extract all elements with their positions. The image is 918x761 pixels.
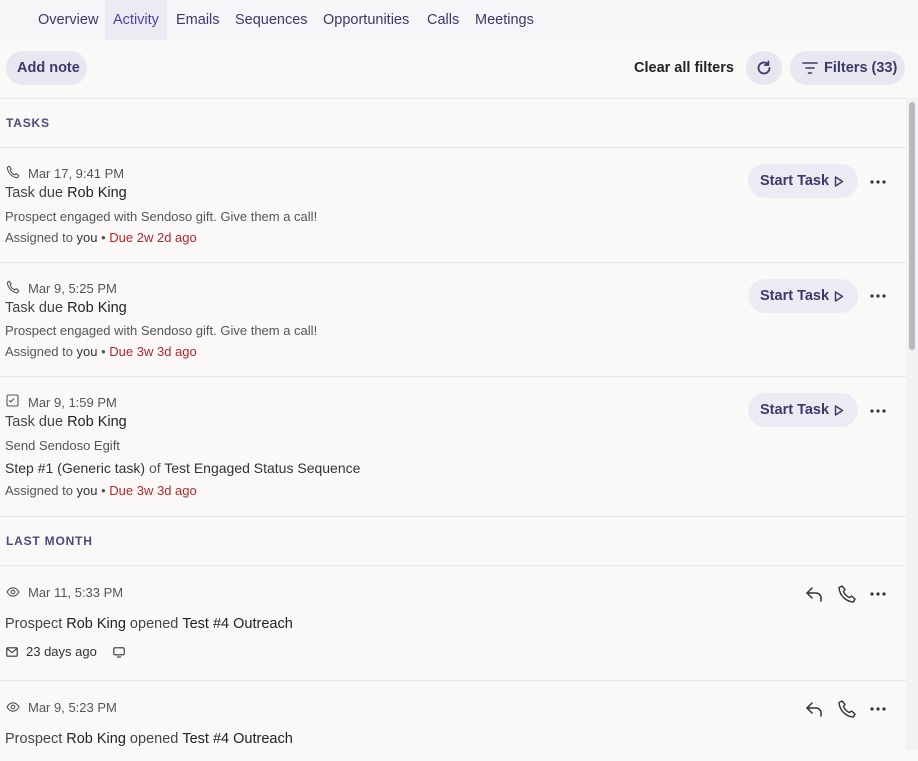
more-options-icon[interactable] bbox=[866, 399, 890, 423]
task-title: Task due Rob King bbox=[5, 185, 127, 201]
activity-toolbar: Add note Clear all filters Filters (33) bbox=[0, 40, 918, 99]
activity-prefix: Prospect bbox=[5, 731, 67, 747]
step-of: of bbox=[145, 460, 165, 476]
task-date: Mar 9, 1:59 PM bbox=[28, 395, 117, 410]
activity-description: Prospect Rob King opened Test #4 Outreac… bbox=[5, 731, 293, 747]
assigned-label: Assigned to bbox=[5, 344, 77, 359]
phone-icon[interactable] bbox=[835, 582, 859, 606]
refresh-icon bbox=[757, 60, 771, 75]
desktop-icon bbox=[113, 647, 125, 658]
start-task-button[interactable]: Start Task bbox=[748, 279, 858, 313]
last-month-section-header: LAST MONTH bbox=[0, 517, 906, 566]
prospect-name[interactable]: Rob King bbox=[67, 185, 127, 201]
task-date: Mar 17, 9:41 PM bbox=[28, 166, 125, 181]
assignee: you bbox=[76, 230, 98, 245]
separator: • bbox=[97, 344, 110, 359]
filters-label: Filters (33) bbox=[824, 60, 898, 76]
more-options-icon[interactable] bbox=[866, 697, 890, 721]
task-note: Send Sendoso Egift bbox=[5, 438, 120, 453]
tab-sequences[interactable]: Sequences bbox=[227, 0, 316, 40]
assigned-label: Assigned to bbox=[5, 230, 77, 245]
play-icon bbox=[834, 176, 844, 187]
task-row: Mar 9, 1:59 PM Task due Rob King Send Se… bbox=[0, 377, 906, 517]
task-title: Task due Rob King bbox=[5, 300, 127, 316]
assignee: you bbox=[76, 344, 98, 359]
due-status: Due 3w 3d ago bbox=[109, 483, 197, 498]
prospect-name[interactable]: Rob King bbox=[67, 300, 127, 316]
activity-description: Prospect Rob King opened Test #4 Outreac… bbox=[5, 616, 293, 632]
task-row: Mar 9, 5:25 PM Task due Rob King Prospec… bbox=[0, 263, 906, 377]
activity-date: Mar 9, 5:23 PM bbox=[28, 700, 117, 715]
task-assignment: Assigned to you • Due 3w 3d ago bbox=[5, 483, 197, 498]
section-title-last-month: LAST MONTH bbox=[6, 534, 93, 548]
start-task-button[interactable]: Start Task bbox=[748, 164, 858, 198]
task-title-prefix: Task due bbox=[5, 300, 68, 316]
sequence-step: Step #1 (Generic task) of Test Engaged S… bbox=[5, 460, 360, 476]
section-title-tasks: TASKS bbox=[6, 116, 50, 130]
eye-icon bbox=[6, 587, 20, 597]
activity-date: Mar 11, 5:33 PM bbox=[28, 585, 124, 600]
eye-icon bbox=[6, 702, 20, 712]
sequence-name[interactable]: Test Engaged Status Sequence bbox=[164, 460, 360, 476]
more-options-icon[interactable] bbox=[866, 284, 890, 308]
task-assignment: Assigned to you • Due 2w 2d ago bbox=[5, 230, 197, 245]
tab-meetings[interactable]: Meetings bbox=[467, 0, 542, 40]
email-subject[interactable]: Test #4 Outreach bbox=[182, 731, 292, 747]
due-status: Due 2w 2d ago bbox=[109, 230, 197, 245]
separator: • bbox=[97, 230, 110, 245]
activity-row: Mar 9, 5:23 PM Prospect Rob King opened … bbox=[0, 681, 906, 761]
activity-row: Mar 11, 5:33 PM Prospect Rob King opened… bbox=[0, 566, 906, 681]
email-subject[interactable]: Test #4 Outreach bbox=[182, 616, 292, 632]
task-row: Mar 17, 9:41 PM Task due Rob King Prospe… bbox=[0, 148, 906, 263]
tasks-section-header: TASKS bbox=[0, 99, 906, 148]
phone-icon bbox=[6, 280, 20, 294]
task-note: Prospect engaged with Sendoso gift. Give… bbox=[5, 323, 318, 338]
more-options-icon[interactable] bbox=[866, 582, 890, 606]
phone-icon bbox=[6, 165, 20, 179]
activity-age: 23 days ago bbox=[26, 644, 97, 659]
prospect-name[interactable]: Rob King bbox=[67, 414, 127, 430]
task-title-prefix: Task due bbox=[5, 414, 68, 430]
tab-calls[interactable]: Calls bbox=[419, 0, 467, 40]
activity-prefix: Prospect bbox=[5, 616, 67, 632]
prospect-name[interactable]: Rob King bbox=[66, 616, 126, 632]
add-note-button[interactable]: Add note bbox=[6, 51, 87, 85]
tab-opportunities[interactable]: Opportunities bbox=[315, 0, 417, 40]
prospect-name[interactable]: Rob King bbox=[66, 731, 126, 747]
separator: • bbox=[97, 483, 110, 498]
step-label[interactable]: Step #1 (Generic task) bbox=[5, 460, 145, 476]
refresh-button[interactable] bbox=[746, 51, 782, 85]
tab-emails[interactable]: Emails bbox=[168, 0, 228, 40]
tab-bar: Overview Activity Emails Sequences Oppor… bbox=[0, 0, 918, 40]
start-task-label: Start Task bbox=[760, 288, 830, 304]
assigned-label: Assigned to bbox=[5, 483, 77, 498]
play-icon bbox=[834, 405, 844, 416]
assignee: you bbox=[76, 483, 98, 498]
tab-activity[interactable]: Activity bbox=[105, 0, 167, 40]
tab-overview[interactable]: Overview bbox=[30, 0, 106, 40]
task-date: Mar 9, 5:25 PM bbox=[28, 281, 117, 296]
scrollbar[interactable] bbox=[906, 98, 918, 750]
play-icon bbox=[834, 291, 844, 302]
more-options-icon[interactable] bbox=[866, 170, 890, 194]
task-title-prefix: Task due bbox=[5, 185, 68, 201]
start-task-button[interactable]: Start Task bbox=[748, 393, 858, 427]
filter-icon bbox=[802, 62, 818, 74]
reply-icon[interactable] bbox=[803, 697, 827, 721]
activity-verb: opened bbox=[125, 616, 183, 632]
task-title: Task due Rob King bbox=[5, 414, 127, 430]
checklist-icon bbox=[6, 394, 19, 407]
envelope-icon bbox=[6, 647, 18, 657]
reply-icon[interactable] bbox=[803, 582, 827, 606]
due-status: Due 3w 3d ago bbox=[109, 344, 197, 359]
filters-button[interactable]: Filters (33) bbox=[790, 51, 905, 85]
phone-icon[interactable] bbox=[835, 697, 859, 721]
scrollbar-thumb[interactable] bbox=[909, 102, 915, 350]
task-note: Prospect engaged with Sendoso gift. Give… bbox=[5, 209, 318, 224]
activity-verb: opened bbox=[125, 731, 183, 747]
start-task-label: Start Task bbox=[760, 173, 830, 189]
start-task-label: Start Task bbox=[760, 402, 830, 418]
task-assignment: Assigned to you • Due 3w 3d ago bbox=[5, 344, 197, 359]
clear-all-filters-link[interactable]: Clear all filters bbox=[634, 51, 734, 85]
